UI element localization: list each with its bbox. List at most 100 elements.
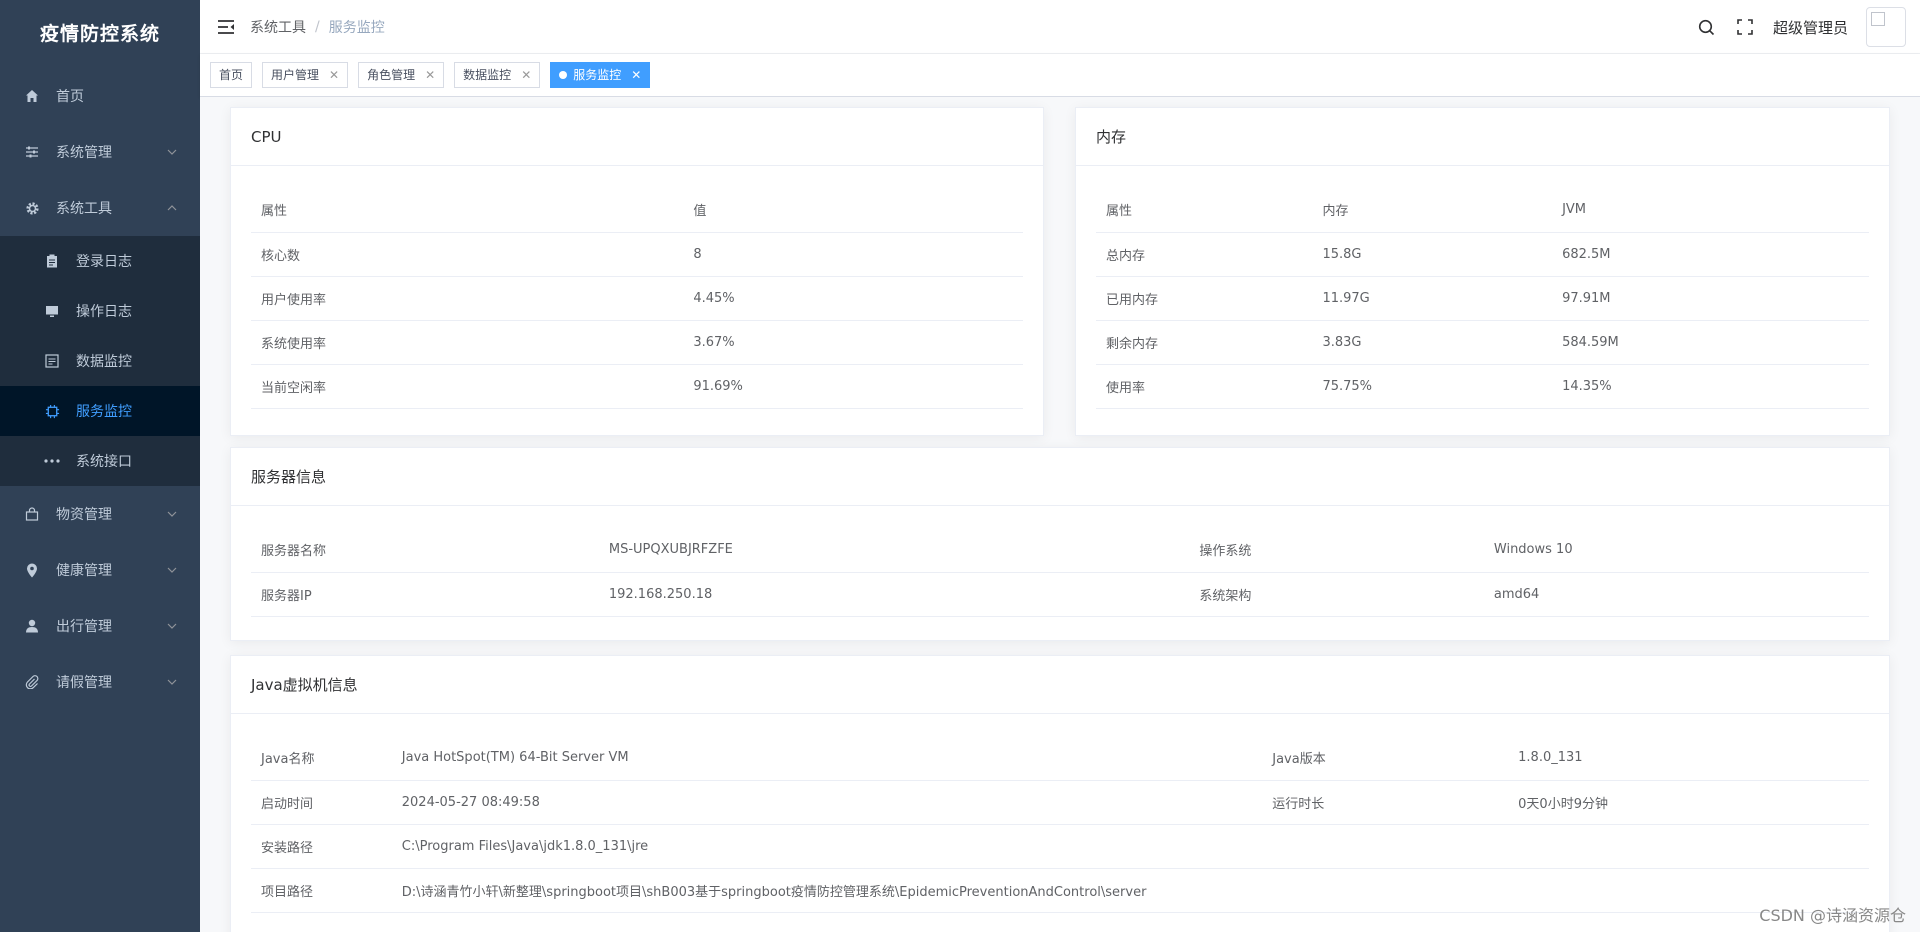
table-row: 启动时间 2024-05-27 08:49:58 运行时长 0天0小时9分钟: [251, 780, 1869, 825]
table-cell: 启动时间: [251, 780, 392, 825]
close-icon[interactable]: ✕: [329, 63, 339, 87]
memory-card: 内存 属性 内存 JVM 总内存 15.8G 682.5M 已用内存 11.97…: [1075, 107, 1890, 436]
tag-user-management[interactable]: 用户管理 ✕: [262, 62, 349, 88]
cpu-table: 属性 值 核心数 8 用户使用率 4.45% 系统使用率 3.67% 当前空闲率: [251, 188, 1023, 409]
chevron-down-icon: [167, 149, 177, 155]
sidebar-item-label: 操作日志: [76, 304, 132, 320]
breadcrumb: 系统工具 / 服务监控: [250, 17, 385, 37]
sidebar-item-leave[interactable]: 请假管理: [0, 654, 200, 710]
close-icon[interactable]: ✕: [631, 63, 641, 87]
sidebar-item-health[interactable]: 健康管理: [0, 542, 200, 598]
sidebar-item-system-api[interactable]: 系统接口: [0, 436, 200, 486]
tag-data-monitor[interactable]: 数据监控 ✕: [454, 62, 541, 88]
table-row: 剩余内存 3.83G 584.59M: [1096, 320, 1869, 365]
sidebar-item-supplies[interactable]: 物资管理: [0, 486, 200, 542]
search-icon[interactable]: [1697, 17, 1717, 37]
sidebar-item-label: 系统接口: [76, 454, 132, 470]
location-icon: [24, 562, 40, 578]
sidebar-item-label: 系统工具: [56, 201, 112, 217]
hamburger-toggle[interactable]: [216, 17, 236, 37]
more-icon: [44, 453, 60, 469]
column-header: 属性: [1096, 188, 1313, 233]
sidebar-item-system-management[interactable]: 系统管理: [0, 124, 200, 180]
table-cell: 14.35%: [1552, 364, 1869, 409]
table-row: 安装路径 C:\Program Files\Java\jdk1.8.0_131\…: [251, 824, 1869, 869]
card-title: 服务器信息: [231, 448, 1889, 506]
table-cell: 4.45%: [683, 276, 1023, 321]
tag-label: 数据监控: [463, 68, 512, 82]
sidebar: 疫情防控系统 首页 系统管理 系统工具 登录日志 操作日志 数据监控 服务监控 …: [0, 0, 200, 932]
table-cell: 97.91M: [1552, 276, 1869, 321]
table-row: 使用率 75.75% 14.35%: [1096, 364, 1869, 409]
table-cell: 操作系统: [1189, 528, 1484, 573]
table-row: 服务器IP 192.168.250.18 系统架构 amd64: [251, 572, 1869, 617]
sidebar-item-login-log[interactable]: 登录日志: [0, 236, 200, 286]
table-cell: 15.8G: [1312, 232, 1553, 277]
monitor-icon: [44, 303, 60, 319]
table-cell: amd64: [1483, 572, 1869, 617]
paperclip-icon: [24, 674, 40, 690]
table-cell: 系统架构: [1189, 572, 1484, 617]
chevron-down-icon: [167, 511, 177, 517]
table-cell: C:\Program Files\Java\jdk1.8.0_131\jre: [391, 824, 1869, 869]
table-cell: 2024-05-27 08:49:58: [391, 780, 1263, 825]
tag-home[interactable]: 首页: [210, 62, 253, 88]
watermark: CSDN @诗涵资源仓: [1759, 906, 1906, 925]
sidebar-item-system-tools[interactable]: 系统工具: [0, 180, 200, 236]
username[interactable]: 超级管理员: [1773, 17, 1848, 38]
table-cell: 3.83G: [1312, 320, 1553, 365]
table-cell: Java版本: [1262, 736, 1509, 781]
table-cell: Windows 10: [1483, 528, 1869, 573]
avatar[interactable]: [1866, 7, 1906, 47]
table-cell: 总内存: [1096, 232, 1313, 277]
table-header-row: 属性 值: [251, 188, 1023, 233]
table-cell: 75.75%: [1312, 364, 1553, 409]
card-title: CPU: [231, 108, 1043, 166]
card-title: Java虚拟机信息: [231, 656, 1889, 714]
header-right: 超级管理员: [1697, 0, 1906, 54]
table-row: 服务器名称 MS-UPQXUBJRFZFE 操作系统 Windows 10: [251, 528, 1869, 573]
sidebar-item-label: 数据监控: [76, 354, 132, 370]
table-cell: 当前空闲率: [251, 364, 684, 409]
close-icon[interactable]: ✕: [521, 63, 531, 87]
table-row: Java名称 Java HotSpot(TM) 64-Bit Server VM…: [251, 736, 1869, 781]
cpu-icon: [44, 403, 60, 419]
sidebar-item-data-monitor[interactable]: 数据监控: [0, 336, 200, 386]
cpu-card: CPU 属性 值 核心数 8 用户使用率 4.45% 系统使用率 3.67% 当…: [230, 107, 1044, 436]
tag-role-management[interactable]: 角色管理 ✕: [358, 62, 445, 88]
column-header: 内存: [1312, 188, 1553, 233]
chevron-down-icon: [167, 623, 177, 629]
navbar: 系统工具 / 服务监控 超级管理员: [200, 0, 1920, 54]
close-icon[interactable]: ✕: [425, 63, 435, 87]
table-cell: 91.69%: [683, 364, 1023, 409]
table-cell: 584.59M: [1552, 320, 1869, 365]
sidebar-item-home[interactable]: 首页: [0, 68, 200, 124]
tag-label: 角色管理: [367, 68, 416, 82]
sidebar-item-operation-log[interactable]: 操作日志: [0, 286, 200, 336]
table-row: 已用内存 11.97G 97.91M: [1096, 276, 1869, 321]
data-icon: [44, 353, 60, 369]
table-row: 当前空闲率 91.69%: [251, 364, 1023, 409]
chevron-up-icon: [167, 205, 177, 211]
gear-icon: [24, 200, 40, 216]
table-cell: 运行时长: [1262, 780, 1509, 825]
sidebar-item-service-monitor[interactable]: 服务监控: [0, 386, 200, 436]
sliders-icon: [24, 144, 40, 160]
breadcrumb-item-current: 服务监控: [328, 19, 385, 36]
column-header: 值: [683, 188, 1023, 233]
table-cell: 剩余内存: [1096, 320, 1313, 365]
table-cell: 安装路径: [251, 824, 392, 869]
chevron-down-icon: [167, 567, 177, 573]
memory-table: 属性 内存 JVM 总内存 15.8G 682.5M 已用内存 11.97G 9…: [1096, 188, 1869, 409]
table-cell: 8: [683, 232, 1023, 277]
breadcrumb-item-system-tools[interactable]: 系统工具: [250, 17, 306, 37]
table-cell: 系统使用率: [251, 320, 684, 365]
tag-service-monitor[interactable]: 服务监控 ✕: [550, 62, 651, 88]
card-title: 内存: [1076, 108, 1889, 166]
home-icon: [24, 88, 40, 104]
table-cell: 项目路径: [251, 868, 392, 913]
table-row: 项目路径 D:\诗涵青竹小轩\新整理\springboot项目\shB003基于…: [251, 868, 1869, 913]
sidebar-item-travel[interactable]: 出行管理: [0, 598, 200, 654]
chevron-down-icon: [167, 679, 177, 685]
fullscreen-icon[interactable]: [1735, 17, 1755, 37]
